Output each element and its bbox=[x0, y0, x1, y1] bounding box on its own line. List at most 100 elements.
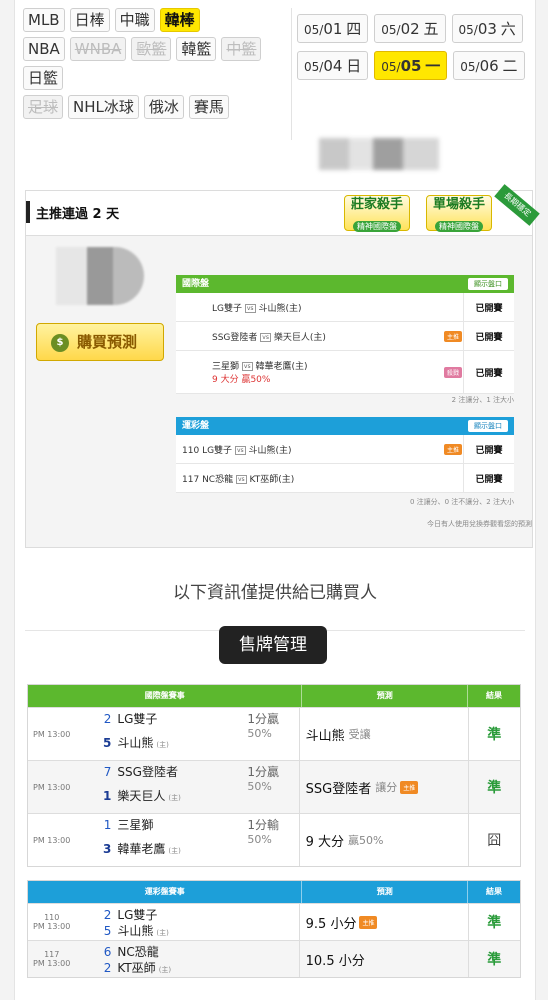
league-chip[interactable]: 中籃 bbox=[221, 37, 262, 61]
result: 準 bbox=[467, 708, 520, 760]
lottery-note: 0 注讓分、0 注不讓分、2 注大小 bbox=[409, 498, 514, 506]
game-no: 110 bbox=[182, 445, 200, 456]
show-odds-button[interactable]: 顯示盤口 bbox=[468, 278, 508, 290]
team-away: 1 樂天巨人 (主) bbox=[75, 787, 181, 804]
exchange-note: 今日有人使用兌換券觀看您的預測 bbox=[427, 520, 532, 528]
league-chip[interactable]: NBA bbox=[23, 37, 65, 61]
date-button[interactable]: 05/05 一 bbox=[374, 51, 448, 80]
team-away: 3 韓華老鷹 (主) bbox=[75, 840, 181, 857]
odds-line: 1分輸 50% bbox=[247, 818, 279, 847]
league-chip[interactable]: 俄冰 bbox=[143, 95, 184, 119]
vs-icon: vs bbox=[234, 445, 246, 455]
league-chip[interactable]: WNBA bbox=[69, 37, 127, 61]
league-row: 足球 NHL冰球 俄冰 賽馬 bbox=[23, 95, 285, 119]
intl-odds-table: 國際盤 顯示盤口 LG雙子 vs 斗山熊(主) 已開賽 SSG登陸者 vs 樂天巨人(… bbox=[176, 275, 514, 394]
vs-icon: vs bbox=[260, 332, 271, 342]
intl-note: 2 注讓分、1 注大小 bbox=[451, 396, 514, 404]
pick-cell: 10.5 小分 bbox=[298, 941, 468, 977]
badge-main: 莊家殺手 bbox=[350, 197, 403, 212]
date-button[interactable]: 05/03 六 bbox=[451, 14, 523, 43]
intl-match-row: SSG登陸者 vs 樂天巨人(主) 主推 已開賽 bbox=[176, 322, 514, 351]
time-cell: 117 PM 13:00 bbox=[28, 941, 75, 977]
home-team: LG雙子 bbox=[212, 303, 242, 314]
match-cell: 6 NC恐龍 2 KT巫師 (主) bbox=[75, 941, 298, 977]
league-chip[interactable]: 足球 bbox=[23, 95, 64, 119]
coin-icon: $ bbox=[51, 333, 69, 352]
intl-results-table: 國際盤賽事 預測 結果 PM 13:00 2 LG雙子 5 斗山熊 (主) 1分贏 50% 斗山… bbox=[27, 684, 521, 867]
score: 2 bbox=[103, 961, 112, 975]
intl-match-row: 三星獅 vs 韓華老鷹(主) 9 大分 贏50% 殺戮 已開賽 bbox=[176, 351, 514, 394]
score: 2 bbox=[103, 712, 112, 726]
away-team: KT巫師(主) bbox=[249, 474, 295, 485]
date-day: 02 bbox=[400, 20, 420, 38]
team-home: 7 SSG登陸者 bbox=[75, 763, 178, 780]
sell-management-button[interactable]: 售牌管理 bbox=[219, 626, 327, 664]
odds-pct: 50% bbox=[247, 727, 272, 740]
league-chip[interactable]: 韓棒 bbox=[159, 8, 200, 32]
stable-ribbon: 長期穩定 bbox=[494, 184, 540, 226]
league-chip[interactable]: 中職 bbox=[114, 8, 155, 32]
game-no: 110 bbox=[44, 913, 60, 922]
buy-prediction-button[interactable]: $ 購買預測 bbox=[36, 323, 164, 361]
match-cell: 2 LG雙子 5 斗山熊 (主) bbox=[75, 904, 298, 940]
buy-label: 購買預測 bbox=[77, 333, 138, 351]
date-button[interactable]: 05/04 日 bbox=[297, 51, 369, 80]
score: 5 bbox=[103, 736, 112, 750]
league-chip[interactable]: 日棒 bbox=[69, 8, 110, 32]
pick-cell: SSG登陸者 讓分 主推 bbox=[298, 761, 468, 813]
date-row: 05/04 日 05/05 一 05/06 二 bbox=[297, 51, 533, 80]
away-team: 樂天巨人(主) bbox=[273, 332, 326, 343]
badge-sub: 精神國際盤 bbox=[353, 221, 401, 232]
team-home: 2 LG雙子 bbox=[75, 906, 158, 923]
odds-line: 1分贏 50% bbox=[247, 765, 279, 794]
single-killer-badge: 單場殺手 精神國際盤 bbox=[426, 195, 492, 232]
dealer-killer-badge: 莊家殺手 精神國際盤 bbox=[344, 195, 410, 232]
league-chip[interactable]: MLB bbox=[23, 8, 65, 32]
home-mark: (主) bbox=[156, 929, 169, 937]
date-button[interactable]: 05/06 二 bbox=[453, 51, 525, 80]
date-button[interactable]: 05/01 四 bbox=[297, 14, 369, 43]
date-day: 01 bbox=[323, 20, 343, 38]
league-chip[interactable]: 歐籃 bbox=[131, 37, 172, 61]
team-home: 1 三星獅 bbox=[75, 816, 154, 833]
pick: 斗山熊 bbox=[305, 728, 345, 744]
show-odds-button[interactable]: 顯示盤口 bbox=[468, 420, 508, 432]
status: 已開賽 bbox=[463, 322, 514, 350]
league-chip[interactable]: 韓籃 bbox=[176, 37, 217, 61]
odds-pct: 50% bbox=[247, 833, 272, 846]
badge-main: 單場殺手 bbox=[432, 197, 485, 212]
status: 已開賽 bbox=[463, 293, 514, 321]
game-time: PM 13:00 bbox=[33, 782, 71, 792]
odds-value: 1分輸 bbox=[247, 818, 280, 832]
date-weekday: 五 bbox=[423, 20, 439, 38]
team-name: SSG登陸者 bbox=[117, 765, 178, 779]
match-cell: 2 LG雙子 5 斗山熊 (主) 1分贏 50% bbox=[75, 708, 298, 760]
status: 已開賽 bbox=[463, 351, 514, 393]
result: 準 bbox=[467, 941, 520, 977]
pick: 9.5 小分 bbox=[305, 916, 357, 932]
result: 準 bbox=[467, 761, 520, 813]
divider bbox=[291, 8, 292, 140]
lottery-match-row: 110 LG雙子 vs 斗山熊(主) 主推 已開賽 bbox=[176, 435, 514, 464]
vs-icon: vs bbox=[241, 362, 253, 371]
away-team: 斗山熊(主) bbox=[248, 445, 292, 456]
date-day: 04 bbox=[323, 57, 343, 75]
info-banner: 以下資訊僅提供給已購買人 bbox=[173, 583, 377, 603]
match-name: 117 NC恐龍 vs KT巫師(主) bbox=[176, 472, 443, 485]
team-name: 韓華老鷹 bbox=[117, 842, 166, 856]
home-team: LG雙子 bbox=[202, 445, 233, 456]
match-cell: 1 三星獅 3 韓華老鷹 (主) 1分輸 50% bbox=[75, 814, 298, 866]
date-month: 05/ bbox=[381, 23, 401, 37]
date-day: 06 bbox=[479, 57, 499, 75]
league-chip[interactable]: 日籃 bbox=[23, 66, 64, 90]
time-cell: 110 PM 13:00 bbox=[28, 904, 75, 940]
tag-badge: 主推 bbox=[443, 330, 462, 342]
score: 1 bbox=[103, 818, 112, 832]
result: 囧 bbox=[467, 814, 520, 866]
league-chip[interactable]: NHL冰球 bbox=[68, 95, 139, 119]
pick-note: 受讓 bbox=[348, 728, 371, 741]
date-button[interactable]: 05/02 五 bbox=[374, 14, 446, 43]
game-time: PM 13:00 bbox=[33, 835, 71, 845]
league-chip[interactable]: 賽馬 bbox=[188, 95, 229, 119]
pick-cell: 9 大分 贏50% bbox=[298, 814, 468, 866]
